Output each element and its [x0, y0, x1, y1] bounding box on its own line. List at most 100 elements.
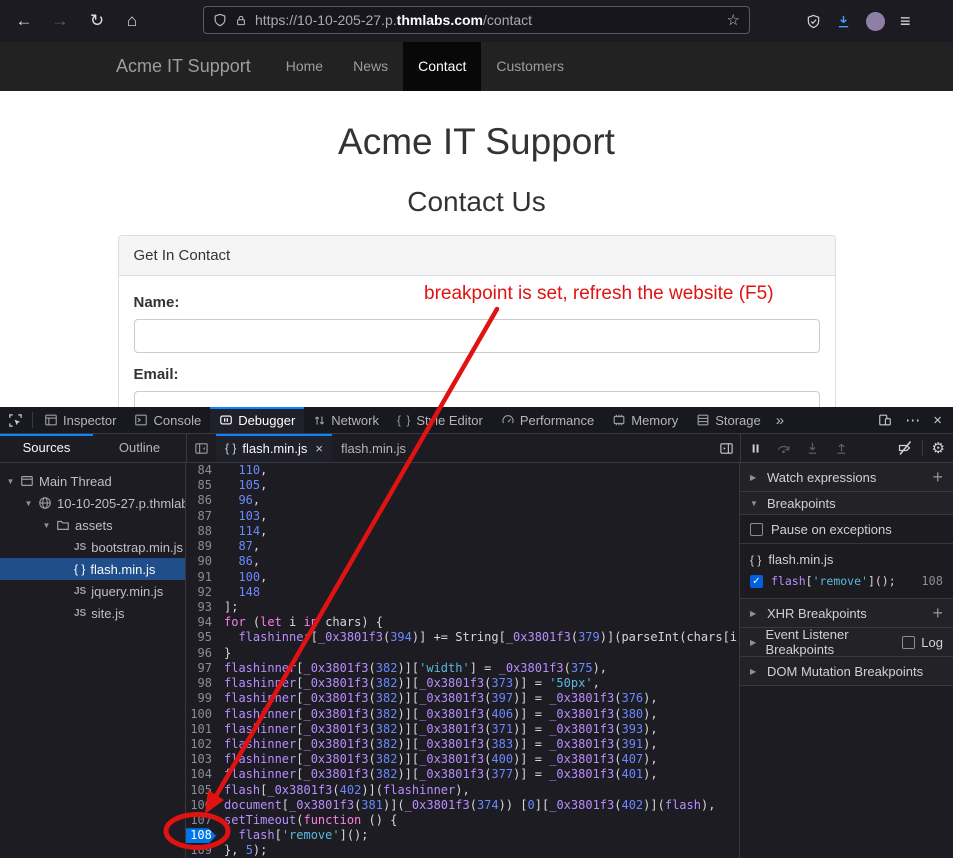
- meatball-menu-icon[interactable]: ⋯: [905, 411, 920, 429]
- line-number[interactable]: 104: [186, 767, 216, 782]
- site-brand[interactable]: Acme IT Support: [0, 42, 251, 91]
- code-line-86[interactable]: 86 96,: [186, 493, 739, 508]
- line-number[interactable]: 107: [186, 813, 216, 828]
- close-tab-icon[interactable]: ×: [313, 441, 323, 456]
- forward-icon[interactable]: →: [48, 11, 72, 31]
- file-tab-flash-min-js-2[interactable]: flash.min.js: [332, 434, 415, 462]
- account-avatar[interactable]: [866, 12, 885, 31]
- line-number[interactable]: 91: [186, 570, 216, 585]
- tree-item-assets[interactable]: ▼assets: [0, 514, 185, 536]
- code-line-88[interactable]: 88 114,: [186, 524, 739, 539]
- log-checkbox[interactable]: [902, 636, 915, 649]
- expand-panes-icon[interactable]: [713, 434, 740, 462]
- line-number[interactable]: 98: [186, 676, 216, 691]
- code-line-89[interactable]: 89 87,: [186, 539, 739, 554]
- devtools-tab-console[interactable]: Console: [125, 407, 210, 433]
- line-number[interactable]: 90: [186, 554, 216, 569]
- settings-gear-icon[interactable]: ⚙: [932, 439, 945, 457]
- tree-item-flash-min-js[interactable]: { }flash.min.js: [0, 558, 185, 580]
- code-line-87[interactable]: 87 103,: [186, 509, 739, 524]
- breakpoint-checkbox[interactable]: ✓: [750, 575, 763, 588]
- line-number[interactable]: 84: [186, 463, 216, 478]
- line-number[interactable]: 99: [186, 691, 216, 706]
- tab-sources[interactable]: Sources: [0, 434, 93, 462]
- line-number[interactable]: 94: [186, 615, 216, 630]
- url-bar[interactable]: https://10-10-205-27.p.thmlabs.com/conta…: [203, 6, 750, 34]
- disable-breakpoints-icon[interactable]: [897, 440, 913, 456]
- code-line-106[interactable]: 106document[_0x3801f3(381)](_0x3801f3(37…: [186, 798, 739, 813]
- code-line-103[interactable]: 103flashinner[_0x3801f3(382)][_0x3801f3(…: [186, 752, 739, 767]
- xhr-breakpoints-header[interactable]: ▶ XHR Breakpoints +: [740, 599, 953, 628]
- line-number[interactable]: 100: [186, 707, 216, 722]
- bookmark-star-icon[interactable]: ☆: [727, 11, 740, 29]
- tree-item-site-js[interactable]: JSsite.js: [0, 602, 185, 624]
- reload-icon[interactable]: ↻: [85, 11, 109, 31]
- code-line-108[interactable]: 108 flash['remove']();: [186, 828, 739, 843]
- code-line-100[interactable]: 100flashinner[_0x3801f3(382)][_0x3801f3(…: [186, 707, 739, 722]
- back-icon[interactable]: ←: [12, 11, 36, 31]
- step-in-icon[interactable]: [805, 441, 820, 456]
- devtools-tab-style-editor[interactable]: { }Style Editor: [388, 407, 492, 433]
- caret-down-icon[interactable]: ▼: [42, 521, 51, 530]
- pause-icon[interactable]: [749, 442, 762, 455]
- devtools-tab-debugger[interactable]: Debugger: [210, 407, 304, 433]
- shield-icon[interactable]: [213, 13, 227, 27]
- close-devtools-icon[interactable]: ×: [933, 412, 942, 429]
- line-number[interactable]: 106: [186, 798, 216, 813]
- code-line-97[interactable]: 97flashinner[_0x3801f3(382)]['width'] = …: [186, 661, 739, 676]
- line-number[interactable]: 93: [186, 600, 216, 615]
- code-line-94[interactable]: 94for (let i in chars) {: [186, 615, 739, 630]
- devtools-tab-memory[interactable]: Memory: [603, 407, 687, 433]
- shield-check-icon[interactable]: [806, 14, 821, 29]
- code-line-99[interactable]: 99flashinner[_0x3801f3(382)][_0x3801f3(3…: [186, 691, 739, 706]
- add-watch-icon[interactable]: +: [932, 468, 943, 486]
- devtools-tab-performance[interactable]: Performance: [492, 407, 603, 433]
- file-tab-flash-min-js[interactable]: { } flash.min.js ×: [216, 434, 332, 462]
- code-line-109[interactable]: 109}, 5);: [186, 843, 739, 858]
- menu-icon[interactable]: ≡: [900, 11, 911, 32]
- responsive-mode-icon[interactable]: [878, 413, 892, 427]
- download-icon[interactable]: [836, 14, 851, 29]
- tree-item-10-10-205-27-p-thmlabs-[interactable]: ▼10-10-205-27.p.thmlabs.: [0, 492, 185, 514]
- code-line-85[interactable]: 85 105,: [186, 478, 739, 493]
- line-number[interactable]: 97: [186, 661, 216, 676]
- line-number[interactable]: 86: [186, 493, 216, 508]
- code-line-105[interactable]: 105flash[_0x3801f3(402)](flashinner),: [186, 783, 739, 798]
- code-editor[interactable]: 84 110,85 105,86 96,87 103,88 114,89 87,…: [186, 463, 740, 858]
- name-field[interactable]: [134, 319, 820, 353]
- tree-item-main-thread[interactable]: ▼Main Thread: [0, 470, 185, 492]
- code-line-90[interactable]: 90 86,: [186, 554, 739, 569]
- site-nav-link-customers[interactable]: Customers: [481, 42, 579, 91]
- more-tabs-icon[interactable]: »: [770, 407, 790, 433]
- email-field[interactable]: [134, 391, 820, 407]
- site-nav-link-contact[interactable]: Contact: [403, 42, 481, 91]
- breakpoints-header[interactable]: ▼ Breakpoints: [740, 492, 953, 515]
- tab-outline[interactable]: Outline: [93, 434, 186, 462]
- event-listener-breakpoints-header[interactable]: ▶ Event Listener Breakpoints Log: [740, 628, 953, 657]
- code-line-98[interactable]: 98flashinner[_0x3801f3(382)][_0x3801f3(3…: [186, 676, 739, 691]
- line-number[interactable]: 92: [186, 585, 216, 600]
- line-number[interactable]: 87: [186, 509, 216, 524]
- pause-on-exceptions-checkbox[interactable]: [750, 523, 763, 536]
- code-line-101[interactable]: 101flashinner[_0x3801f3(382)][_0x3801f3(…: [186, 722, 739, 737]
- site-nav-link-home[interactable]: Home: [271, 42, 338, 91]
- breakpoint-marker[interactable]: 108: [186, 828, 216, 843]
- home-icon[interactable]: ⌂: [120, 11, 144, 31]
- step-over-icon[interactable]: [776, 441, 791, 456]
- devtools-tab-inspector[interactable]: Inspector: [35, 407, 125, 433]
- collapse-sidebar-icon[interactable]: [187, 434, 216, 462]
- code-line-84[interactable]: 84 110,: [186, 463, 739, 478]
- line-number[interactable]: 85: [186, 478, 216, 493]
- dom-mutation-breakpoints-header[interactable]: ▶ DOM Mutation Breakpoints: [740, 657, 953, 686]
- line-number[interactable]: 102: [186, 737, 216, 752]
- event-log-toggle[interactable]: Log: [902, 635, 943, 650]
- breakpoint-entry[interactable]: ✓ flash['remove'](); 108: [740, 570, 953, 592]
- line-number[interactable]: 89: [186, 539, 216, 554]
- code-line-107[interactable]: 107setTimeout(function () {: [186, 813, 739, 828]
- code-line-92[interactable]: 92 148: [186, 585, 739, 600]
- tree-item-jquery-min-js[interactable]: JSjquery.min.js: [0, 580, 185, 602]
- code-line-96[interactable]: 96}: [186, 646, 739, 661]
- code-line-91[interactable]: 91 100,: [186, 570, 739, 585]
- code-line-104[interactable]: 104flashinner[_0x3801f3(382)][_0x3801f3(…: [186, 767, 739, 782]
- devtools-tab-network[interactable]: Network: [304, 407, 388, 433]
